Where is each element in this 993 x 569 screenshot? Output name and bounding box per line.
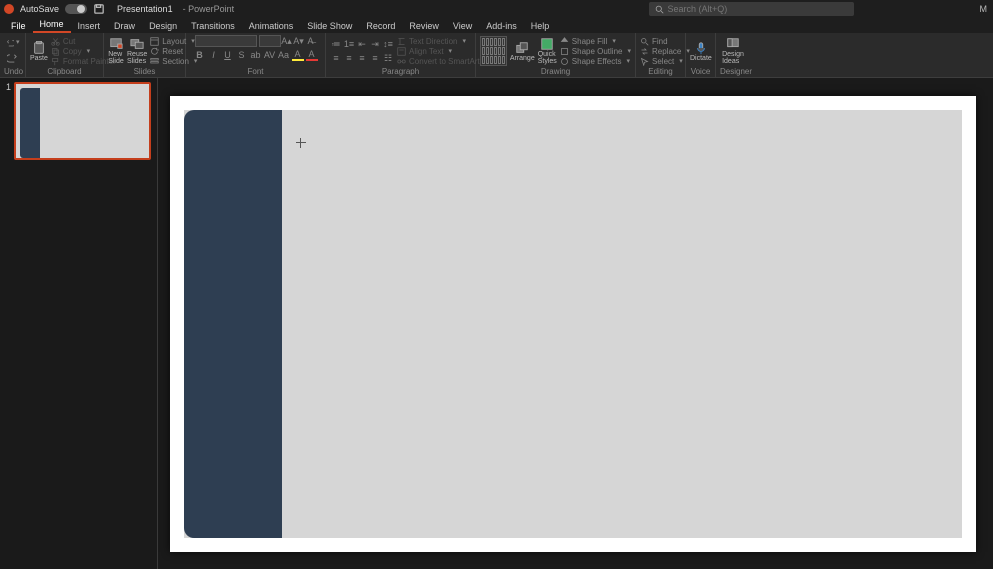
dictate-button[interactable]: Dictate — [690, 35, 712, 67]
ribbon: ▾ Undo Paste Cut Copy▾ Format Painter Cl… — [0, 33, 993, 78]
font-size-select[interactable] — [259, 35, 281, 47]
replace-button[interactable]: Replace▾ — [640, 47, 690, 56]
slide-thumb-number: 1 — [6, 82, 12, 160]
text-direction-button[interactable]: Text Direction▾ — [397, 37, 488, 46]
reuse-slides-button[interactable]: Reuse Slides — [127, 35, 147, 67]
numbers-button[interactable]: 1≡ — [343, 38, 355, 50]
group-font-label: Font — [190, 67, 321, 77]
slide-shape-rectangle[interactable] — [184, 110, 282, 538]
tab-home[interactable]: Home — [33, 17, 71, 33]
redo-button[interactable] — [6, 50, 20, 64]
tab-record[interactable]: Record — [359, 19, 402, 33]
strike-button[interactable]: S — [236, 49, 248, 61]
align-text-button[interactable]: Align Text▾ — [397, 47, 488, 56]
tab-slideshow[interactable]: Slide Show — [300, 19, 359, 33]
document-title[interactable]: Presentation1 — [117, 4, 173, 14]
shadow-button[interactable]: ab — [250, 49, 262, 61]
thumb-shape-rectangle — [20, 88, 40, 158]
arrange-button[interactable]: Arrange — [510, 35, 535, 67]
group-font: A▴ A▾ A̶ B I U S ab AV Aa A A Font — [186, 33, 326, 77]
align-center[interactable]: ≡ — [343, 52, 355, 64]
shapes-gallery[interactable] — [480, 36, 507, 66]
group-editing-label: Editing — [640, 67, 681, 77]
tab-design[interactable]: Design — [142, 19, 184, 33]
spacing-button[interactable]: AV — [264, 49, 276, 61]
group-drawing: Arrange Quick Styles Shape Fill▾ Shape O… — [476, 33, 636, 77]
account-initial[interactable]: M — [980, 4, 988, 14]
quick-styles-button[interactable]: Quick Styles — [538, 35, 557, 67]
slide-canvas-area[interactable] — [158, 78, 993, 569]
change-case-button[interactable]: Aa — [278, 49, 290, 61]
group-paragraph-label: Paragraph — [330, 67, 471, 77]
columns-button[interactable]: ☷ — [382, 52, 394, 64]
paste-button[interactable]: Paste — [30, 35, 48, 67]
group-designer: Design Ideas Designer — [716, 33, 750, 77]
tab-transitions[interactable]: Transitions — [184, 19, 242, 33]
group-undo-label: Undo — [4, 67, 21, 77]
workspace: 1 — [0, 78, 993, 569]
bullets-button[interactable]: ≔ — [330, 38, 342, 50]
group-clipboard-label: Clipboard — [30, 67, 99, 77]
font-color-button[interactable]: A — [306, 49, 318, 61]
tab-draw[interactable]: Draw — [107, 19, 142, 33]
group-voice-label: Voice — [690, 67, 711, 77]
group-paragraph: ≔ 1≡ ⇤ ⇥ ↕≡ ≡ ≡ ≡ ≡ ☷ Text Direction▾ Al… — [326, 33, 476, 77]
group-voice: Dictate Voice — [686, 33, 716, 77]
shape-outline-button[interactable]: Shape Outline▾ — [560, 47, 631, 56]
design-ideas-button[interactable]: Design Ideas — [720, 35, 746, 67]
search-input[interactable] — [668, 4, 848, 14]
tab-view[interactable]: View — [446, 19, 479, 33]
ribbon-tabs: File Home Insert Draw Design Transitions… — [0, 18, 993, 33]
group-clipboard: Paste Cut Copy▾ Format Painter Clipboard — [26, 33, 104, 77]
group-undo: ▾ Undo — [0, 33, 26, 77]
line-spacing-button[interactable]: ↕≡ — [382, 38, 394, 50]
autosave-label: AutoSave — [20, 4, 59, 14]
slide-thumb-1[interactable]: 1 — [6, 82, 151, 160]
tab-insert[interactable]: Insert — [71, 19, 108, 33]
justify[interactable]: ≡ — [369, 52, 381, 64]
underline-button[interactable]: U — [222, 49, 234, 61]
undo-button[interactable]: ▾ — [6, 35, 20, 49]
app-name: - PowerPoint — [183, 4, 235, 14]
align-right[interactable]: ≡ — [356, 52, 368, 64]
group-slides-label: Slides — [108, 67, 181, 77]
tab-animations[interactable]: Animations — [242, 19, 301, 33]
group-slides: New Slide Reuse Slides Layout▾ Reset Sec… — [104, 33, 186, 77]
convert-smartart-button[interactable]: Convert to SmartArt▾ — [397, 57, 488, 66]
decrease-font-button[interactable]: A▾ — [293, 35, 305, 47]
italic-button[interactable]: I — [208, 49, 220, 61]
clear-format-button[interactable]: A̶ — [305, 35, 317, 47]
align-left[interactable]: ≡ — [330, 52, 342, 64]
font-family-select[interactable] — [195, 35, 257, 47]
select-button[interactable]: Select▾ — [640, 57, 690, 66]
bold-button[interactable]: B — [194, 49, 206, 61]
shape-fill-button[interactable]: Shape Fill▾ — [560, 37, 631, 46]
group-designer-label: Designer — [720, 67, 746, 77]
tab-help[interactable]: Help — [524, 19, 557, 33]
save-icon[interactable] — [93, 3, 105, 15]
search-box[interactable] — [649, 2, 854, 16]
slide-thumbnail-pane[interactable]: 1 — [0, 78, 158, 569]
tab-file[interactable]: File — [4, 19, 33, 33]
increase-font-button[interactable]: A▴ — [281, 35, 293, 47]
slide[interactable] — [170, 96, 976, 552]
slide-background — [184, 110, 962, 538]
highlight-button[interactable]: A — [292, 49, 304, 61]
dec-indent-button[interactable]: ⇤ — [356, 38, 368, 50]
group-drawing-label: Drawing — [480, 67, 631, 77]
new-slide-button[interactable]: New Slide — [108, 35, 124, 67]
title-bar: AutoSave Presentation1 - PowerPoint M — [0, 0, 993, 18]
autosave-toggle[interactable] — [65, 4, 87, 14]
tab-addins[interactable]: Add-ins — [479, 19, 524, 33]
find-button[interactable]: Find — [640, 37, 690, 46]
shape-effects-button[interactable]: Shape Effects▾ — [560, 57, 631, 66]
slide-thumb-preview[interactable] — [14, 82, 151, 160]
tab-review[interactable]: Review — [402, 19, 446, 33]
search-icon — [655, 5, 664, 14]
group-editing: Find Replace▾ Select▾ Editing — [636, 33, 686, 77]
powerpoint-app-icon — [4, 4, 14, 14]
insertion-cursor-icon — [296, 138, 306, 148]
inc-indent-button[interactable]: ⇥ — [369, 38, 381, 50]
